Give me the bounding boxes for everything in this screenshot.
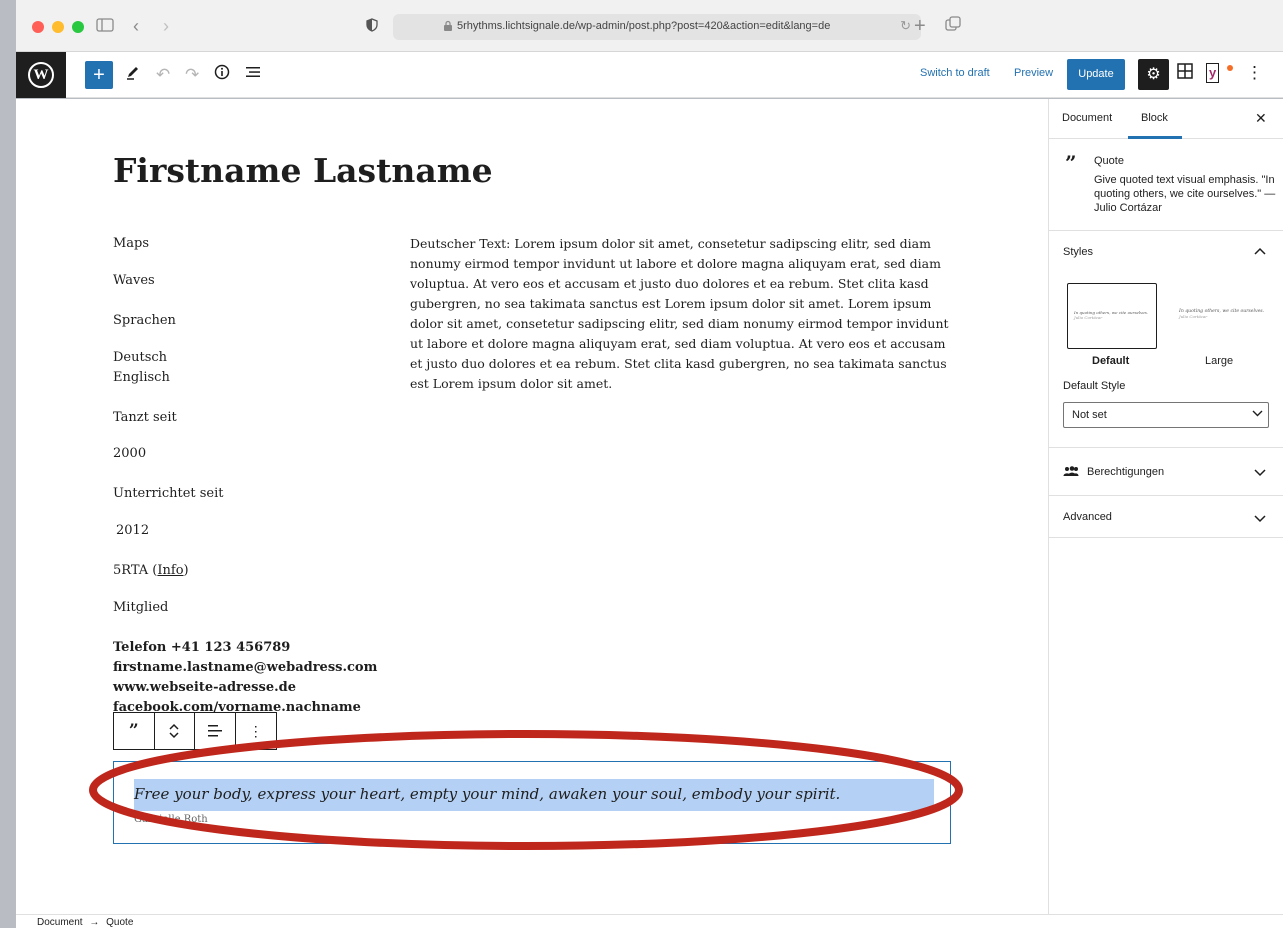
- chevron-down-icon: [1254, 512, 1266, 526]
- style-option-large[interactable]: In quoting others, we cite ourselves. Ju…: [1173, 283, 1264, 349]
- field-label-mitglied[interactable]: Mitglied: [113, 598, 168, 618]
- quote-citation[interactable]: Gabrielle Roth: [134, 814, 208, 825]
- field-label-unterrichtet-seit[interactable]: Unterrichtet seit: [113, 484, 224, 504]
- styles-panel-header[interactable]: Styles: [1049, 231, 1283, 275]
- zoom-window-button[interactable]: [72, 21, 84, 33]
- permissions-panel[interactable]: Berechtigungen: [1049, 449, 1283, 496]
- field-value-unterrichtet-seit[interactable]: 2012: [116, 521, 149, 541]
- field-label-maps[interactable]: Maps: [113, 234, 149, 254]
- breadcrumb-separator-arrow: →: [89, 917, 100, 928]
- list-view-icon[interactable]: [245, 64, 261, 86]
- edit-tools-icon[interactable]: [125, 64, 141, 86]
- field-5rta-label: 5RTA (: [113, 563, 158, 578]
- redo-icon[interactable]: ↷: [185, 64, 199, 86]
- minimize-window-button[interactable]: [52, 21, 64, 33]
- settings-gear-icon[interactable]: ⚙: [1138, 59, 1169, 90]
- add-block-button[interactable]: +: [85, 61, 113, 89]
- quote-selection: Free your body, express your heart, empt…: [134, 779, 934, 811]
- tab-block[interactable]: Block: [1141, 112, 1168, 124]
- field-value-tanzt-seit[interactable]: 2000: [113, 444, 146, 464]
- chevron-up-icon: [1254, 244, 1266, 258]
- block-toolbar: ” ⋮: [113, 712, 277, 750]
- sidebar-tabs: Document Block ✕: [1049, 99, 1283, 139]
- contact-email[interactable]: firstname.lastname@webadress.com: [113, 658, 377, 678]
- switch-to-draft-button[interactable]: Switch to draft: [920, 67, 990, 79]
- url-text: 5rhythms.lichtsignale.de/wp-admin/post.p…: [457, 20, 831, 32]
- block-breadcrumb-bar: Document → Quote: [16, 914, 1283, 928]
- permissions-panel-title: Berechtigungen: [1087, 466, 1165, 478]
- reload-icon[interactable]: ↻: [900, 18, 911, 34]
- editor-canvas: Firstname Lastname Maps Waves Sprachen D…: [16, 99, 1048, 914]
- block-grid-icon[interactable]: [1177, 63, 1193, 84]
- quote-type-icon[interactable]: ”: [114, 713, 155, 749]
- field-value-englisch[interactable]: Englisch: [113, 368, 170, 388]
- info-link[interactable]: Info: [157, 563, 183, 578]
- move-up-down-icon[interactable]: [155, 713, 195, 749]
- yoast-status-dot: [1227, 65, 1233, 71]
- styles-panel-title: Styles: [1063, 246, 1093, 258]
- yoast-seo-icon[interactable]: y: [1206, 63, 1220, 83]
- default-style-select[interactable]: Not set: [1063, 402, 1269, 428]
- breadcrumb-document[interactable]: Document: [37, 917, 83, 928]
- styles-panel: Styles In quoting others, we cite oursel…: [1049, 231, 1283, 448]
- style-preview-cite: Julio Cortázar: [1074, 315, 1103, 320]
- style-preview-cite-large: Julio Cortázar: [1179, 314, 1208, 319]
- close-window-button[interactable]: [32, 21, 44, 33]
- advanced-panel-title: Advanced: [1063, 511, 1112, 523]
- style-option-default-label: Default: [1092, 355, 1130, 367]
- advanced-panel[interactable]: Advanced: [1049, 497, 1283, 538]
- contact-phone[interactable]: Telefon +41 123 456789: [113, 638, 290, 658]
- new-tab-icon[interactable]: +: [914, 15, 926, 37]
- info-icon[interactable]: [214, 64, 230, 86]
- shield-icon[interactable]: [366, 15, 378, 37]
- quote-block[interactable]: Free your body, express your heart, empt…: [113, 761, 951, 844]
- address-bar[interactable]: 5rhythms.lichtsignale.de/wp-admin/post.p…: [393, 14, 921, 40]
- editor-toolbar: W + ↶ ↷ Switch to draft Preview Update ⚙…: [16, 52, 1283, 98]
- field-label-sprachen[interactable]: Sprachen: [113, 311, 176, 331]
- wordpress-logo-icon[interactable]: W: [16, 52, 66, 98]
- block-options-icon[interactable]: ⋮: [236, 713, 276, 749]
- preview-button[interactable]: Preview: [1014, 67, 1053, 79]
- style-option-large-label: Large: [1205, 355, 1234, 367]
- back-icon[interactable]: ‹: [133, 15, 139, 37]
- tab-overview-icon[interactable]: [945, 15, 961, 37]
- update-button[interactable]: Update: [1067, 59, 1125, 90]
- block-card: ” Quote Give quoted text visual emphasis…: [1049, 139, 1283, 231]
- field-value-deutsch[interactable]: Deutsch: [113, 348, 167, 368]
- quote-icon: ”: [1065, 151, 1077, 175]
- field-5rta-close: ): [183, 563, 189, 578]
- field-5rta[interactable]: 5RTA (Info): [113, 561, 189, 581]
- undo-icon[interactable]: ↶: [156, 64, 170, 86]
- post-title[interactable]: Firstname Lastname: [113, 151, 493, 190]
- contact-website[interactable]: www.webseite-adresse.de: [113, 678, 296, 698]
- chevron-down-icon: [1254, 466, 1266, 480]
- forward-icon[interactable]: ›: [163, 15, 169, 37]
- field-label-waves[interactable]: Waves: [113, 271, 155, 291]
- field-label-tanzt-seit[interactable]: Tanzt seit: [113, 408, 177, 428]
- users-icon: [1063, 466, 1079, 476]
- style-option-default[interactable]: In quoting others, we cite ourselves. Ju…: [1067, 283, 1157, 349]
- chevron-down-icon: [1252, 408, 1263, 420]
- sidebar-toggle-icon[interactable]: [96, 15, 114, 37]
- tab-document[interactable]: Document: [1062, 112, 1112, 124]
- align-text-icon[interactable]: [195, 713, 236, 749]
- browser-toolbar: ‹ › 5rhythms.lichtsignale.de/wp-admin/po…: [16, 0, 1283, 52]
- breadcrumb: Document → Quote: [37, 917, 133, 928]
- default-style-label: Default Style: [1063, 380, 1126, 392]
- more-options-icon[interactable]: ⋮: [1246, 63, 1263, 83]
- default-style-value: Not set: [1072, 409, 1107, 421]
- lock-icon: [444, 20, 452, 31]
- paragraph-block[interactable]: Deutscher Text: Lorem ipsum dolor sit am…: [410, 234, 958, 394]
- close-icon[interactable]: ✕: [1255, 110, 1267, 127]
- breadcrumb-quote[interactable]: Quote: [106, 917, 133, 928]
- settings-sidebar: Document Block ✕ ” Quote Give quoted tex…: [1048, 99, 1283, 914]
- block-card-description: Give quoted text visual emphasis. "In qu…: [1094, 174, 1276, 214]
- quote-text[interactable]: Free your body, express your heart, empt…: [134, 785, 840, 803]
- block-card-title: Quote: [1094, 155, 1124, 167]
